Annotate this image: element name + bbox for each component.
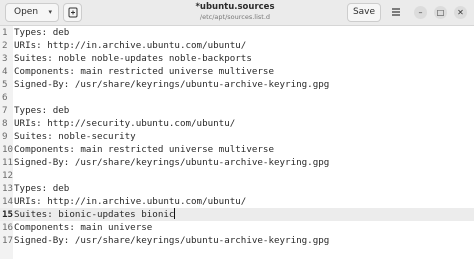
open-button-label: Open (14, 7, 39, 17)
line-number: 13 (2, 183, 14, 194)
line-text-content: Suites: bionic-updates bionic (14, 209, 175, 220)
line-text-content: Types: deb (14, 183, 70, 194)
line-number: 5 (2, 79, 8, 90)
window-title: *ubuntu.sources (195, 2, 275, 12)
line-number: 11 (2, 157, 14, 168)
line-text[interactable]: Suites: noble-security (14, 130, 136, 143)
new-tab-icon (68, 7, 78, 18)
editor-line[interactable]: 2 URIs: http://in.archive.ubuntu.com/ubun… (0, 39, 474, 52)
line-text-content: Signed-By: /usr/share/keyrings/ubuntu-ar… (14, 157, 330, 168)
line-text[interactable]: Components: main restricted universe mul… (14, 143, 274, 156)
close-button[interactable]: ✕ (454, 6, 467, 19)
line-number: 9 (2, 131, 8, 142)
line-number: 14 (2, 196, 14, 207)
chevron-down-icon: ▾ (48, 8, 52, 16)
line-text-content: Components: main restricted universe mul… (14, 144, 274, 155)
line-text[interactable]: Suites: bionic-updates bionic (14, 208, 176, 221)
line-text-content: URIs: http://in.archive.ubuntu.com/ubunt… (14, 196, 247, 207)
line-number: 7 (2, 105, 8, 116)
line-text-content: Signed-By: /usr/share/keyrings/ubuntu-ar… (14, 79, 330, 90)
editor-line[interactable]: 3 Suites: noble noble-updates noble-backp… (0, 52, 474, 65)
editor-line[interactable]: 9 Suites: noble-security (0, 130, 474, 143)
line-number: 10 (2, 144, 14, 155)
editor-line[interactable]: 11 Signed-By: /usr/share/keyrings/ubuntu-… (0, 156, 474, 169)
window-title-block: *ubuntu.sources /etc/apt/sources.list.d (150, 2, 320, 22)
line-number: 4 (2, 66, 8, 77)
line-text-content: URIs: http://security.ubuntu.com/ubuntu/ (14, 118, 236, 129)
line-text-content: Components: main restricted universe mul… (14, 66, 274, 77)
new-tab-button[interactable] (63, 3, 82, 22)
editor-line[interactable]: 15 Suites: bionic-updates bionic (0, 208, 474, 221)
line-text[interactable]: Types: deb (14, 104, 69, 117)
minimize-button[interactable]: – (414, 6, 427, 19)
editor-line[interactable]: 16 Components: main universe (0, 221, 474, 234)
editor-line[interactable]: 8 URIs: http://security.ubuntu.com/ubuntu… (0, 117, 474, 130)
maximize-button[interactable]: □ (434, 6, 447, 19)
line-number: 1 (2, 27, 8, 38)
line-text-content: Types: deb (14, 27, 70, 38)
line-text[interactable]: Components: main universe (14, 221, 152, 234)
text-cursor (174, 208, 176, 219)
line-number: 2 (2, 40, 8, 51)
line-number: 16 (2, 222, 14, 233)
main-menu-button[interactable] (387, 3, 405, 22)
line-text[interactable]: URIs: http://in.archive.ubuntu.com/ubunt… (14, 195, 246, 208)
header-bar: Open ▾ *ubuntu.sources /etc/apt/sources.… (0, 0, 474, 26)
line-text[interactable]: Components: main restricted universe mul… (14, 65, 274, 78)
editor-line[interactable]: 4 Components: main restricted universe mu… (0, 65, 474, 78)
line-text[interactable]: Types: deb (14, 182, 69, 195)
line-text[interactable]: Signed-By: /usr/share/keyrings/ubuntu-ar… (14, 234, 329, 247)
editor-line[interactable]: 13 Types: deb (0, 182, 474, 195)
line-text-content: Components: main universe (14, 222, 153, 233)
line-text-content: Types: deb (14, 105, 70, 116)
editor-line[interactable]: 17 Signed-By: /usr/share/keyrings/ubuntu-… (0, 234, 474, 247)
line-text[interactable]: URIs: http://in.archive.ubuntu.com/ubunt… (14, 39, 246, 52)
line-text[interactable]: Suites: noble noble-updates noble-backpo… (14, 52, 252, 65)
editor-line[interactable]: 5 Signed-By: /usr/share/keyrings/ubuntu-a… (0, 78, 474, 91)
line-text[interactable]: Types: deb (14, 26, 69, 39)
line-text-content: Suites: noble noble-updates noble-backpo… (14, 53, 252, 64)
line-text[interactable]: URIs: http://security.ubuntu.com/ubuntu/ (14, 117, 235, 130)
window-subtitle: /etc/apt/sources.list.d (199, 13, 271, 21)
editor-line[interactable]: 7 Types: deb (0, 104, 474, 117)
line-number: 3 (2, 53, 8, 64)
line-text[interactable]: Signed-By: /usr/share/keyrings/ubuntu-ar… (14, 156, 329, 169)
editor-line[interactable]: 14 URIs: http://in.archive.ubuntu.com/ubu… (0, 195, 474, 208)
line-number: 12 (2, 170, 14, 181)
save-button[interactable]: Save (347, 3, 381, 22)
line-text-content: URIs: http://in.archive.ubuntu.com/ubunt… (14, 40, 247, 51)
editor-line[interactable]: 6 (0, 91, 474, 104)
editor-line[interactable]: 10 Components: main restricted universe m… (0, 143, 474, 156)
open-button[interactable]: Open ▾ (5, 3, 59, 22)
line-text[interactable]: Signed-By: /usr/share/keyrings/ubuntu-ar… (14, 78, 329, 91)
editor-line[interactable]: 1 Types: deb (0, 26, 474, 39)
line-number: 15 (2, 209, 14, 220)
text-editor[interactable]: 1 Types: deb 2 URIs: http://in.archive.ubun… (0, 26, 474, 259)
hamburger-menu-icon (392, 8, 400, 16)
line-number: 17 (2, 235, 14, 246)
line-number: 6 (2, 92, 8, 103)
line-text-content: Suites: noble-security (14, 131, 136, 142)
editor-line[interactable]: 12 (0, 169, 474, 182)
line-text-content: Signed-By: /usr/share/keyrings/ubuntu-ar… (14, 235, 330, 246)
line-number: 8 (2, 118, 8, 129)
